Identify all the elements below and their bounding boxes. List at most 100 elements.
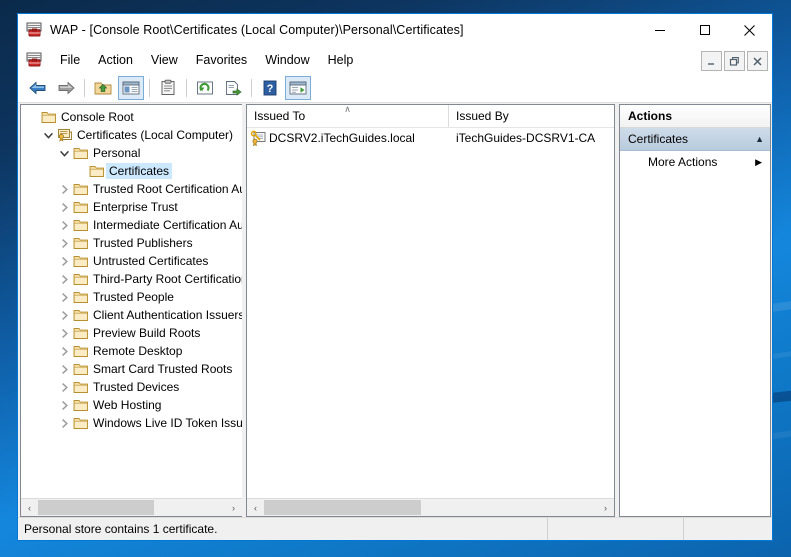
- tree-item-label: Console Root: [61, 110, 134, 124]
- menu-item-favorites[interactable]: Favorites: [187, 50, 256, 70]
- menu-bar: File Action View Favorites Window Help: [18, 46, 772, 74]
- tree-item-label: Windows Live ID Token Issue: [93, 416, 242, 430]
- menu-item-file[interactable]: File: [51, 50, 89, 70]
- chevron-right-icon[interactable]: [56, 397, 72, 413]
- tree-item-remote-desktop[interactable]: Remote Desktop: [21, 342, 242, 360]
- scroll-thumb[interactable]: [264, 500, 421, 515]
- mdi-restore-button[interactable]: [724, 51, 745, 71]
- tree-item-third-party-root-certification[interactable]: Third-Party Root Certification: [21, 270, 242, 288]
- tree-item-enterprise-trust[interactable]: Enterprise Trust: [21, 198, 242, 216]
- certificate-list[interactable]: DCSRV2.iTechGuides.local iTechGuides-DCSR…: [247, 128, 614, 498]
- folder-icon: [72, 182, 90, 196]
- content-area: Console Root Certificates (Local Computer…: [18, 103, 772, 517]
- mmc-console-icon: [26, 22, 43, 38]
- tree-item-label: Trusted Devices: [93, 380, 180, 394]
- chevron-right-icon[interactable]: [56, 235, 72, 251]
- scroll-right-arrow[interactable]: ›: [225, 499, 242, 516]
- tree-item-trusted-devices[interactable]: Trusted Devices: [21, 378, 242, 396]
- tree-item-smart-card-trusted-roots[interactable]: Smart Card Trusted Roots: [21, 360, 242, 378]
- title-bar[interactable]: WAP - [Console Root\Certificates (Local …: [18, 14, 772, 46]
- scroll-track[interactable]: [38, 499, 225, 516]
- chevron-right-icon[interactable]: [56, 289, 72, 305]
- maximize-button[interactable]: [682, 14, 727, 46]
- tree-item-trusted-people[interactable]: Trusted People: [21, 288, 242, 306]
- toolbar: ?: [18, 74, 772, 103]
- chevron-right-icon[interactable]: [56, 325, 72, 341]
- tree-item-certificates[interactable]: Certificates: [21, 162, 242, 180]
- action-group-certificates[interactable]: Certificates ▲: [620, 128, 770, 151]
- issued-to-text: DCSRV2.iTechGuides.local: [269, 130, 415, 145]
- action-item-more-actions[interactable]: More Actions ▶: [620, 151, 770, 173]
- close-button[interactable]: [727, 14, 772, 46]
- issued-by-text: iTechGuides-DCSRV1-CA: [456, 130, 596, 145]
- menu-item-window[interactable]: Window: [256, 50, 318, 70]
- minimize-button[interactable]: [637, 14, 682, 46]
- table-row[interactable]: DCSRV2.iTechGuides.local iTechGuides-DCSR…: [247, 128, 614, 147]
- forward-button[interactable]: [53, 76, 79, 100]
- folder-icon: [72, 344, 90, 358]
- tree-item-preview-build-roots[interactable]: Preview Build Roots: [21, 324, 242, 342]
- tree-horizontal-scrollbar[interactable]: ‹ ›: [21, 498, 242, 516]
- twisty-placeholder: [24, 109, 40, 125]
- chevron-down-icon[interactable]: [40, 127, 56, 143]
- menu-item-help[interactable]: Help: [319, 50, 363, 70]
- tree-item-intermediate-certification-au[interactable]: Intermediate Certification Au: [21, 216, 242, 234]
- menu-item-action[interactable]: Action: [89, 50, 142, 70]
- chevron-right-icon[interactable]: [56, 253, 72, 269]
- tree-item-label: Web Hosting: [93, 398, 162, 412]
- tree-item-label: Trusted People: [93, 290, 174, 304]
- chevron-right-icon[interactable]: [56, 361, 72, 377]
- back-button[interactable]: [25, 76, 51, 100]
- properties-button[interactable]: [155, 76, 181, 100]
- show-hide-console-tree-button[interactable]: [118, 76, 144, 100]
- show-hide-action-pane-button[interactable]: [285, 76, 311, 100]
- up-one-level-button[interactable]: [90, 76, 116, 100]
- chevron-right-icon[interactable]: [56, 217, 72, 233]
- toolbar-separator: [186, 79, 187, 97]
- column-header-issued-to[interactable]: Issued To ∧: [247, 104, 449, 127]
- mdi-minimize-button[interactable]: [701, 51, 722, 71]
- tree-item-label: Personal: [93, 146, 141, 160]
- folder-icon: [88, 164, 106, 178]
- refresh-button[interactable]: [192, 76, 218, 100]
- tree-item-label: Preview Build Roots: [93, 326, 201, 340]
- tree-item-label: Enterprise Trust: [93, 200, 178, 214]
- tree-item-untrusted-certificates[interactable]: Untrusted Certificates: [21, 252, 242, 270]
- folder-icon: [72, 200, 90, 214]
- column-header-issued-by[interactable]: Issued By: [449, 105, 614, 127]
- scroll-left-arrow[interactable]: ‹: [21, 499, 38, 516]
- chevron-right-icon[interactable]: [56, 343, 72, 359]
- tree-item-trusted-publishers[interactable]: Trusted Publishers: [21, 234, 242, 252]
- folder-icon: [72, 362, 90, 376]
- menu-item-view[interactable]: View: [142, 50, 187, 70]
- list-horizontal-scrollbar[interactable]: ‹ ›: [247, 498, 614, 516]
- toolbar-separator: [84, 79, 85, 97]
- tree-item-label: Trusted Publishers: [93, 236, 193, 250]
- tree-item-trusted-root-certification-au[interactable]: Trusted Root Certification Au: [21, 180, 242, 198]
- chevron-right-icon[interactable]: [56, 271, 72, 287]
- toolbar-separator: [251, 79, 252, 97]
- tree-item-console-root[interactable]: Console Root: [21, 108, 242, 126]
- tree-item-client-authentication-issuers[interactable]: Client Authentication Issuers: [21, 306, 242, 324]
- mdi-child-icon[interactable]: [26, 52, 43, 68]
- scroll-right-arrow[interactable]: ›: [597, 499, 614, 516]
- tree-item-windows-live-id-token-issue[interactable]: Windows Live ID Token Issue: [21, 414, 242, 432]
- scroll-track[interactable]: [264, 499, 597, 516]
- tree-item-label: Intermediate Certification Au: [93, 218, 242, 232]
- mdi-close-button[interactable]: [747, 51, 768, 71]
- chevron-down-icon[interactable]: [56, 145, 72, 161]
- export-list-button[interactable]: [220, 76, 246, 100]
- tree-item-personal[interactable]: Personal: [21, 144, 242, 162]
- console-tree[interactable]: Console Root Certificates (Local Computer…: [21, 105, 242, 498]
- scroll-left-arrow[interactable]: ‹: [247, 499, 264, 516]
- chevron-right-icon[interactable]: [56, 415, 72, 431]
- chevron-right-icon[interactable]: [56, 379, 72, 395]
- tree-item-certificates-local-computer[interactable]: Certificates (Local Computer): [21, 126, 242, 144]
- folder-icon: [72, 380, 90, 394]
- chevron-right-icon[interactable]: [56, 199, 72, 215]
- chevron-right-icon[interactable]: [56, 181, 72, 197]
- chevron-right-icon[interactable]: [56, 307, 72, 323]
- help-button[interactable]: ?: [257, 76, 283, 100]
- scroll-thumb[interactable]: [38, 500, 154, 515]
- tree-item-web-hosting[interactable]: Web Hosting: [21, 396, 242, 414]
